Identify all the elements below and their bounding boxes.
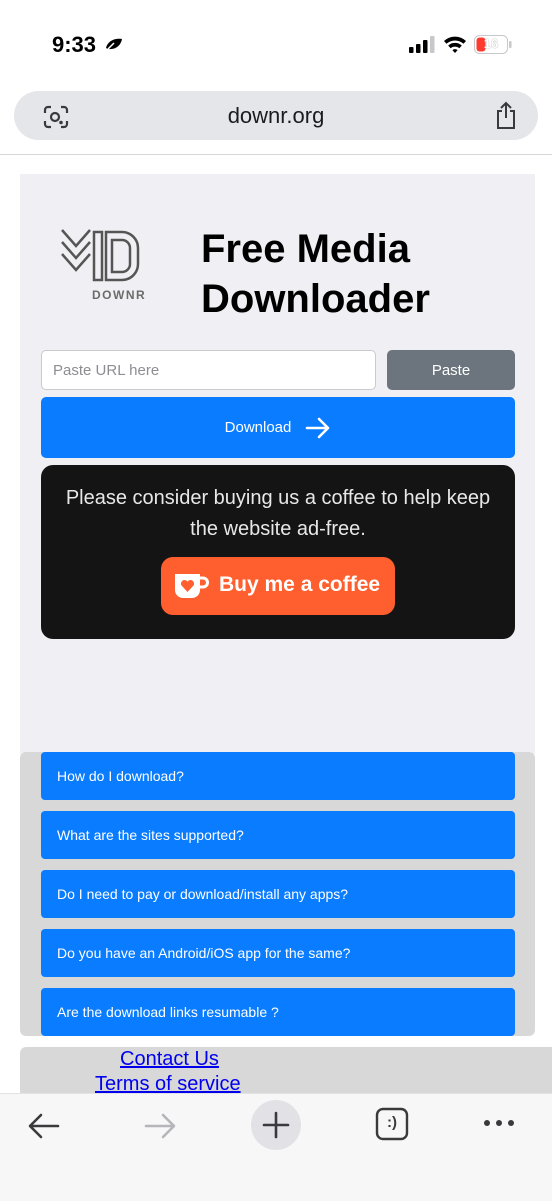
address-bar[interactable]: downr.org bbox=[14, 91, 538, 140]
battery-level: 16 bbox=[483, 36, 499, 51]
share-icon[interactable] bbox=[494, 101, 518, 130]
browser-divider bbox=[0, 154, 552, 155]
buy-me-a-coffee-button[interactable]: Buy me a coffee bbox=[161, 557, 395, 615]
buy-me-a-coffee-label: Buy me a coffee bbox=[219, 573, 381, 596]
status-time: 9:33 bbox=[52, 32, 97, 57]
wifi-icon bbox=[444, 36, 466, 53]
tab-count-label: :) bbox=[387, 1114, 397, 1131]
back-arrow-icon[interactable] bbox=[27, 1112, 61, 1140]
page-title: Free Media Downloader bbox=[201, 227, 430, 321]
more-options-icon[interactable] bbox=[482, 1116, 516, 1130]
logo-wordmark: DOWNR bbox=[92, 288, 147, 302]
browser-toolbar: :) bbox=[0, 1093, 552, 1201]
faq-item[interactable]: Do you have an Android/iOS app for the s… bbox=[41, 929, 515, 977]
faq-item[interactable]: How do I download? bbox=[41, 752, 515, 800]
faq-section: How do I download? What are the sites su… bbox=[20, 752, 535, 1036]
status-bar: 9:33 16 bbox=[0, 0, 552, 90]
arrow-right-icon bbox=[306, 417, 330, 438]
contact-us-link[interactable]: Contact Us bbox=[120, 1048, 219, 1071]
coffee-support-card: Please consider buying us a coffee to he… bbox=[41, 465, 515, 639]
battery-indicator: 16 bbox=[474, 35, 512, 54]
new-tab-button[interactable] bbox=[251, 1100, 301, 1150]
download-button-label: Download bbox=[224, 419, 292, 436]
plus-icon bbox=[262, 1111, 290, 1139]
url-text: downr.org bbox=[227, 103, 325, 128]
faq-item[interactable]: Are the download links resumable ? bbox=[41, 988, 515, 1036]
tab-switcher-button[interactable]: :) bbox=[375, 1107, 409, 1141]
faq-item[interactable]: Do I need to pay or download/install any… bbox=[41, 870, 515, 918]
forward-arrow-icon[interactable] bbox=[143, 1112, 177, 1140]
cellular-signal-icon bbox=[409, 36, 435, 53]
focus-mode-icon bbox=[106, 38, 122, 50]
faq-item[interactable]: What are the sites supported? bbox=[41, 811, 515, 859]
download-button[interactable]: Download bbox=[41, 397, 515, 458]
coffee-cup-icon bbox=[175, 574, 209, 598]
url-input[interactable] bbox=[41, 350, 376, 390]
paste-button[interactable]: Paste bbox=[387, 350, 515, 390]
coffee-message: Please consider buying us a coffee to he… bbox=[65, 487, 491, 540]
